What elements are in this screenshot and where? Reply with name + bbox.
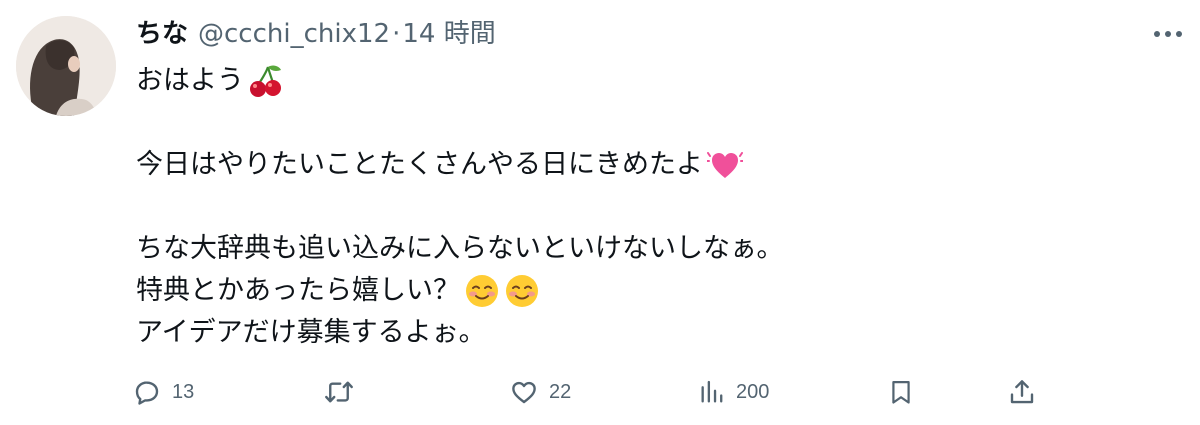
like-button[interactable]: 22 [509,372,571,412]
tweet-line-text: 特典とかあったら嬉しい？ [136,275,460,306]
retweet-icon [325,381,353,403]
tweet-line: ちな大辞典も追い込みに入らないといけないしなぁ。 [136,228,1156,270]
tweet-line: おはよう [136,60,1156,102]
smiling-face-emoji [464,273,500,309]
smiling-face-emoji [504,273,540,309]
bookmark-icon [892,380,910,404]
tweet: ちな @ccchi_chix12 · 14 時間 おはよう 今日はやりたいことた… [0,0,1200,425]
tweet-text: おはよう 今日はやりたいことたくさんやる日にきめたよ ちな大辞典も追い込みに入ら… [136,60,1156,354]
reply-count: 13 [172,380,195,403]
cherries-emoji [248,63,284,99]
author-name[interactable]: ちな [136,14,188,54]
more-icon [1154,31,1182,37]
tweet-line: アイデアだけ募集するよぉ。 [136,312,1156,354]
tweet-line: 今日はやりたいことたくさんやる日にきめたよ [136,144,1156,186]
share-icon [1010,380,1034,404]
timestamp[interactable]: 14 時間 [402,14,495,54]
tweet-header: ちな @ccchi_chix12 · 14 時間 [136,14,496,54]
tweet-line-text: アイデアだけ募集するよぉ。 [136,317,486,348]
avatar[interactable] [16,16,116,116]
views-button[interactable]: 200 [698,372,769,412]
separator-dot: · [392,19,401,49]
reply-icon [135,381,159,405]
views-icon [701,380,723,403]
author-handle[interactable]: @ccchi_chix12 [198,14,390,54]
beating-heart-emoji [707,147,743,183]
tweet-line-text: ちな大辞典も追い込みに入らないといけないしなぁ。 [136,233,784,264]
view-count: 200 [736,380,770,403]
more-button[interactable] [1150,22,1186,46]
like-count: 22 [549,380,572,403]
tweet-line-text: おはよう [136,65,244,96]
tweet-line: 特典とかあったら嬉しい？ [136,270,1156,312]
tweet-line-text: 今日はやりたいことたくさんやる日にきめたよ [136,149,703,180]
action-bar: 13 22 200 [132,372,1200,412]
share-button[interactable] [1007,372,1037,412]
like-icon [512,381,536,404]
retweet-button[interactable] [322,372,356,412]
reply-button[interactable]: 13 [132,372,194,412]
bookmark-button[interactable] [887,372,915,412]
